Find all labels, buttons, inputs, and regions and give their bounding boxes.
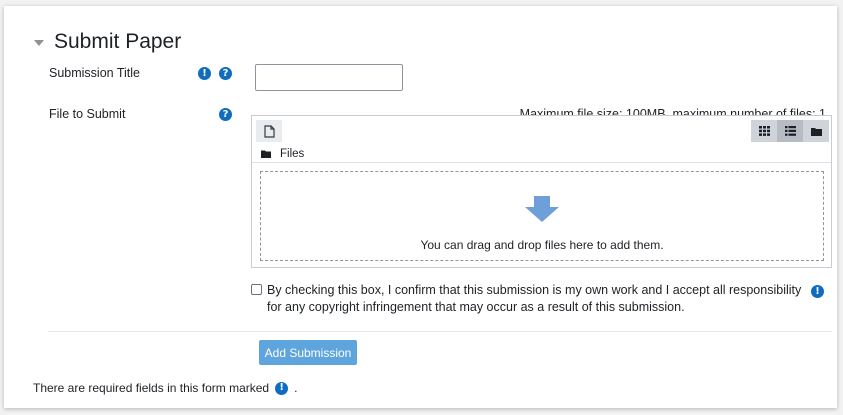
add-file-icon <box>263 124 275 138</box>
file-dropzone[interactable]: You can drag and drop files here to add … <box>260 171 824 261</box>
file-picker: Files You can drag and drop files here t… <box>251 115 832 268</box>
icons-view-button[interactable] <box>751 120 777 142</box>
required-fields-note: There are required fields in this form m… <box>33 381 297 395</box>
submit-paper-card: Submit Paper Submission Title ! ? File t… <box>4 6 837 408</box>
drop-arrow-icon <box>525 196 559 222</box>
file-to-submit-label: File to Submit <box>49 107 126 121</box>
confirm-checkbox[interactable] <box>251 284 262 295</box>
folder-icon <box>261 150 271 158</box>
tree-view-button[interactable] <box>803 120 829 142</box>
collapse-caret-icon[interactable] <box>34 40 44 46</box>
file-picker-toolbar <box>252 116 831 145</box>
required-note-period: . <box>294 381 298 395</box>
file-path-breadcrumb: Files <box>252 145 831 163</box>
icons-view-icon <box>758 126 770 136</box>
help-icon[interactable]: ? <box>219 67 232 80</box>
list-view-button[interactable] <box>777 120 803 142</box>
confirm-text: By checking this box, I confirm that thi… <box>267 283 802 314</box>
section-header[interactable]: Submit Paper <box>34 30 181 54</box>
path-label[interactable]: Files <box>280 148 304 160</box>
section-title: Submit Paper <box>54 30 182 53</box>
form-divider <box>48 331 832 332</box>
add-submission-button[interactable]: Add Submission <box>259 340 357 365</box>
required-icon: ! <box>275 381 289 395</box>
submission-title-label: Submission Title <box>49 66 141 80</box>
required-note-text: There are required fields in this form m… <box>33 381 270 395</box>
required-icon[interactable]: ! <box>198 67 211 80</box>
dropzone-text: You can drag and drop files here to add … <box>420 238 664 252</box>
tree-view-icon <box>810 127 822 136</box>
required-icon[interactable]: ! <box>811 285 824 298</box>
submission-title-input[interactable] <box>255 64 403 91</box>
add-file-button[interactable] <box>256 120 282 142</box>
help-icon[interactable]: ? <box>219 108 232 121</box>
list-view-icon <box>784 126 796 136</box>
